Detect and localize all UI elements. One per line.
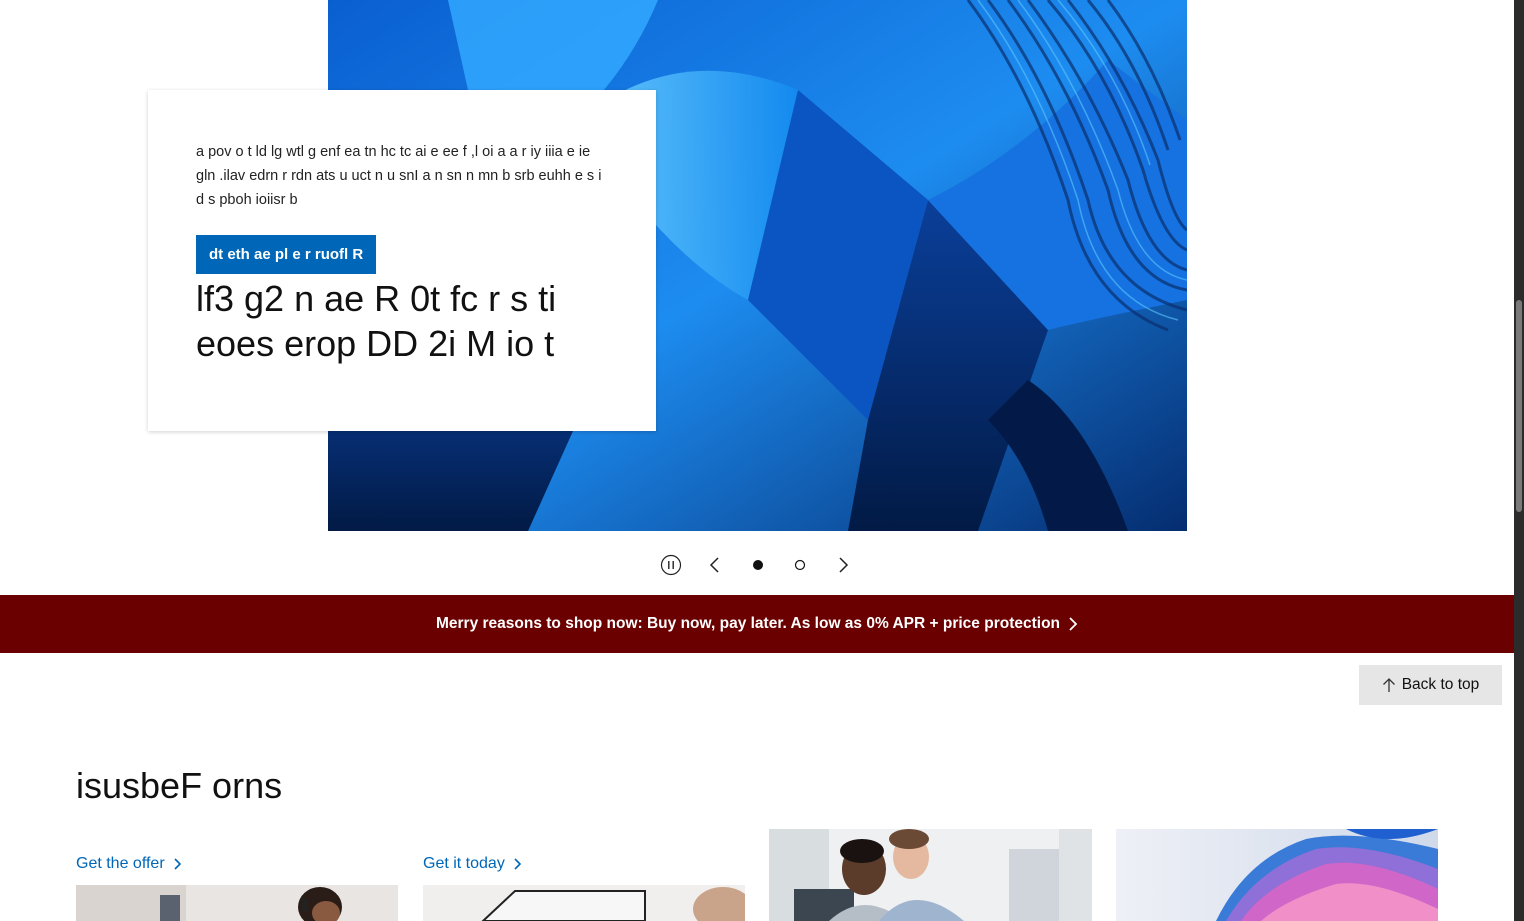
get-it-today-link[interactable]: Get it today	[423, 855, 522, 873]
get-it-today-label: Get it today	[423, 855, 505, 872]
arrow-up-icon	[1382, 678, 1395, 692]
chevron-right-icon	[1069, 617, 1078, 631]
slide-dot-1[interactable]	[744, 551, 772, 579]
chevron-right-icon	[514, 858, 521, 870]
chevron-left-icon	[709, 557, 719, 573]
carousel-controls	[0, 551, 1514, 579]
page-scrollbar[interactable]	[1514, 0, 1524, 921]
hero-description: a pov o t ld lg wtl g enf ea tn hc tc ai…	[196, 144, 602, 208]
section-title: isusbeF orns	[76, 765, 283, 806]
card-image-colleagues[interactable]	[769, 829, 1092, 921]
card-image-laptop[interactable]	[423, 885, 745, 921]
pause-button[interactable]	[657, 551, 685, 579]
promo-link[interactable]: Merry reasons to shop now: Buy now, pay …	[436, 615, 1078, 633]
hero-cta-button[interactable]: dt eth ae pl e r ruofl R	[196, 235, 377, 274]
get-offer-link[interactable]: Get the offer	[76, 855, 182, 873]
back-to-top-button[interactable]: Back to top	[1359, 665, 1502, 705]
previous-slide-button[interactable]	[701, 551, 729, 579]
get-offer-label: Get the offer	[76, 855, 165, 872]
pause-icon	[660, 554, 682, 576]
chevron-right-icon	[839, 557, 849, 573]
dot-filled-icon	[753, 560, 763, 570]
scrollbar-thumb[interactable]	[1516, 300, 1522, 512]
hero-card: a pov o t ld lg wtl g enf ea tn hc tc ai…	[148, 90, 656, 431]
dot-outline-icon	[794, 559, 806, 571]
slide-dot-2[interactable]	[786, 551, 814, 579]
hero-heading: lf3 g2 n ae R 0t fc r s ti eoes erop DD …	[196, 278, 557, 364]
promo-banner: Merry reasons to shop now: Buy now, pay …	[0, 595, 1514, 653]
chevron-right-icon	[174, 858, 181, 870]
card-image-bloom[interactable]	[1116, 829, 1438, 921]
next-slide-button[interactable]	[829, 551, 857, 579]
promo-text: Merry reasons to shop now: Buy now, pay …	[435, 615, 1061, 632]
card-image-headset-person[interactable]	[76, 885, 398, 921]
back-to-top-label: Back to top	[1401, 676, 1480, 693]
